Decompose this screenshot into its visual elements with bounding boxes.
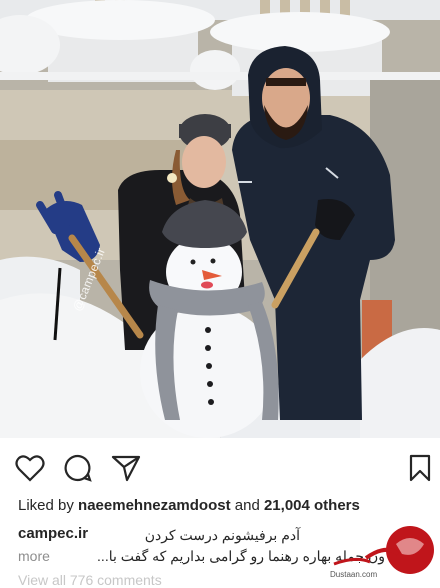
comment-icon — [64, 454, 92, 482]
likes-summary: Liked by naeemehnezamdoost and 21,004 ot… — [18, 497, 360, 514]
bookmark-icon — [409, 454, 431, 482]
likes-prefix: Liked by — [18, 497, 74, 514]
comment-button[interactable] — [62, 452, 94, 484]
caption-line-1: آدم برفیشونم درست کردن — [144, 527, 300, 543]
save-button[interactable] — [404, 452, 436, 484]
logo-domain-text: Dustaan.com — [330, 570, 378, 579]
share-button[interactable] — [110, 452, 142, 484]
view-all-comments-link[interactable]: View all 776 comments — [18, 572, 162, 588]
caption-username[interactable]: campec.ir — [18, 525, 88, 542]
heart-icon — [15, 455, 45, 482]
send-icon — [111, 455, 141, 482]
likes-count-link[interactable]: 21,004 others — [264, 497, 360, 514]
post-action-bar — [0, 446, 440, 490]
likes-middle: and — [234, 497, 260, 514]
caption-more-link[interactable]: more — [18, 548, 50, 564]
liked-by-user-link[interactable]: naeemehnezamdoost — [78, 497, 231, 514]
post-photo[interactable]: @campec.ir — [0, 0, 440, 438]
like-button[interactable] — [14, 452, 46, 484]
